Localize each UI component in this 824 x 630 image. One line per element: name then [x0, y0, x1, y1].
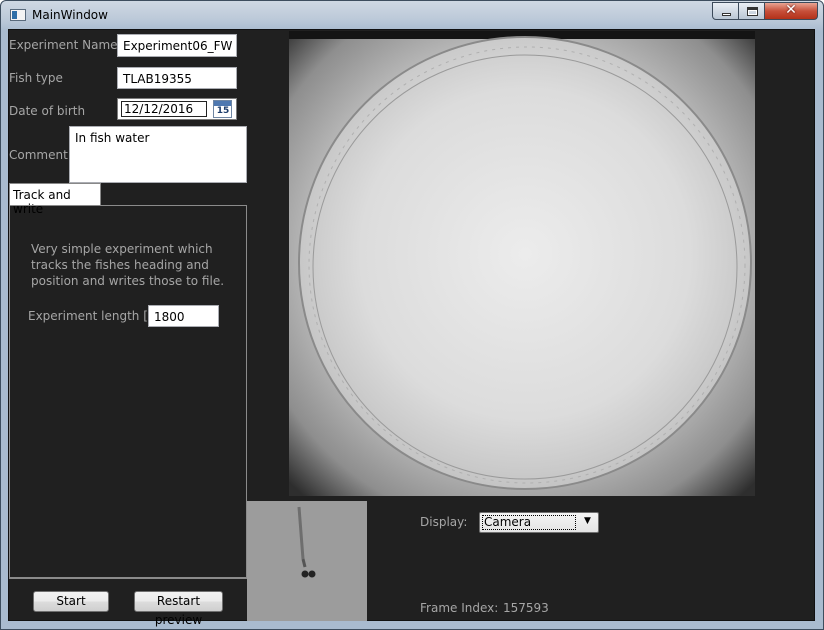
- experiment-length-label: Experiment length [s]: [28, 309, 159, 323]
- client-area: Experiment Name Experiment06_FW Fish typ…: [8, 29, 815, 627]
- divider: [9, 578, 247, 579]
- start-button[interactable]: Start: [33, 591, 109, 612]
- chevron-down-icon[interactable]: ▼: [584, 516, 591, 526]
- app-icon: [10, 9, 26, 21]
- experiment-description: Very simple experiment which tracks the …: [31, 242, 225, 288]
- minimize-icon: [722, 13, 731, 16]
- tab-track-and-write[interactable]: Track and write: [9, 183, 101, 216]
- maximize-icon: [747, 7, 758, 16]
- maximize-button[interactable]: [738, 2, 765, 20]
- minimize-button[interactable]: [712, 2, 739, 20]
- experiment-name-label: Experiment Name: [9, 38, 118, 52]
- calendar-day-number: 15: [216, 106, 230, 116]
- camera-preview-image: [289, 31, 755, 496]
- title-bar[interactable]: MainWindow ✕: [1, 1, 823, 29]
- date-of-birth-picker[interactable]: 12/12/2016 15: [117, 98, 237, 120]
- comment-textarea[interactable]: In fish water: [69, 126, 247, 183]
- tab-panel: Very simple experiment which tracks the …: [9, 205, 247, 578]
- experiment-length-input[interactable]: 1800: [148, 305, 219, 327]
- main-window: MainWindow ✕ Experiment Name Experiment0…: [0, 0, 824, 630]
- fish-thumbnail: [247, 501, 367, 621]
- camera-preview: [289, 31, 755, 496]
- comment-label: Comment: [9, 148, 68, 162]
- fish-type-label: Fish type: [9, 71, 63, 85]
- fish-type-input[interactable]: TLAB19355: [117, 67, 237, 89]
- date-of-birth-input[interactable]: 12/12/2016: [121, 101, 207, 117]
- display-select[interactable]: Camera ▼: [479, 512, 599, 533]
- date-of-birth-label: Date of birth: [9, 104, 86, 118]
- restart-preview-button[interactable]: Restart preview: [134, 591, 223, 627]
- display-label: Display:: [420, 515, 468, 529]
- fish-thumbnail-image: [247, 501, 367, 621]
- caption-buttons: ✕: [712, 2, 820, 21]
- display-selected-value: Camera: [482, 515, 576, 530]
- calendar-icon[interactable]: 15: [213, 100, 232, 118]
- window-title: MainWindow: [32, 8, 108, 22]
- experiment-name-input[interactable]: Experiment06_FW: [117, 34, 237, 57]
- frame-index-label: Frame Index:: [420, 601, 499, 615]
- close-button[interactable]: ✕: [764, 2, 818, 20]
- close-icon: ✕: [785, 2, 797, 18]
- frame-index-value: 157593: [503, 601, 549, 615]
